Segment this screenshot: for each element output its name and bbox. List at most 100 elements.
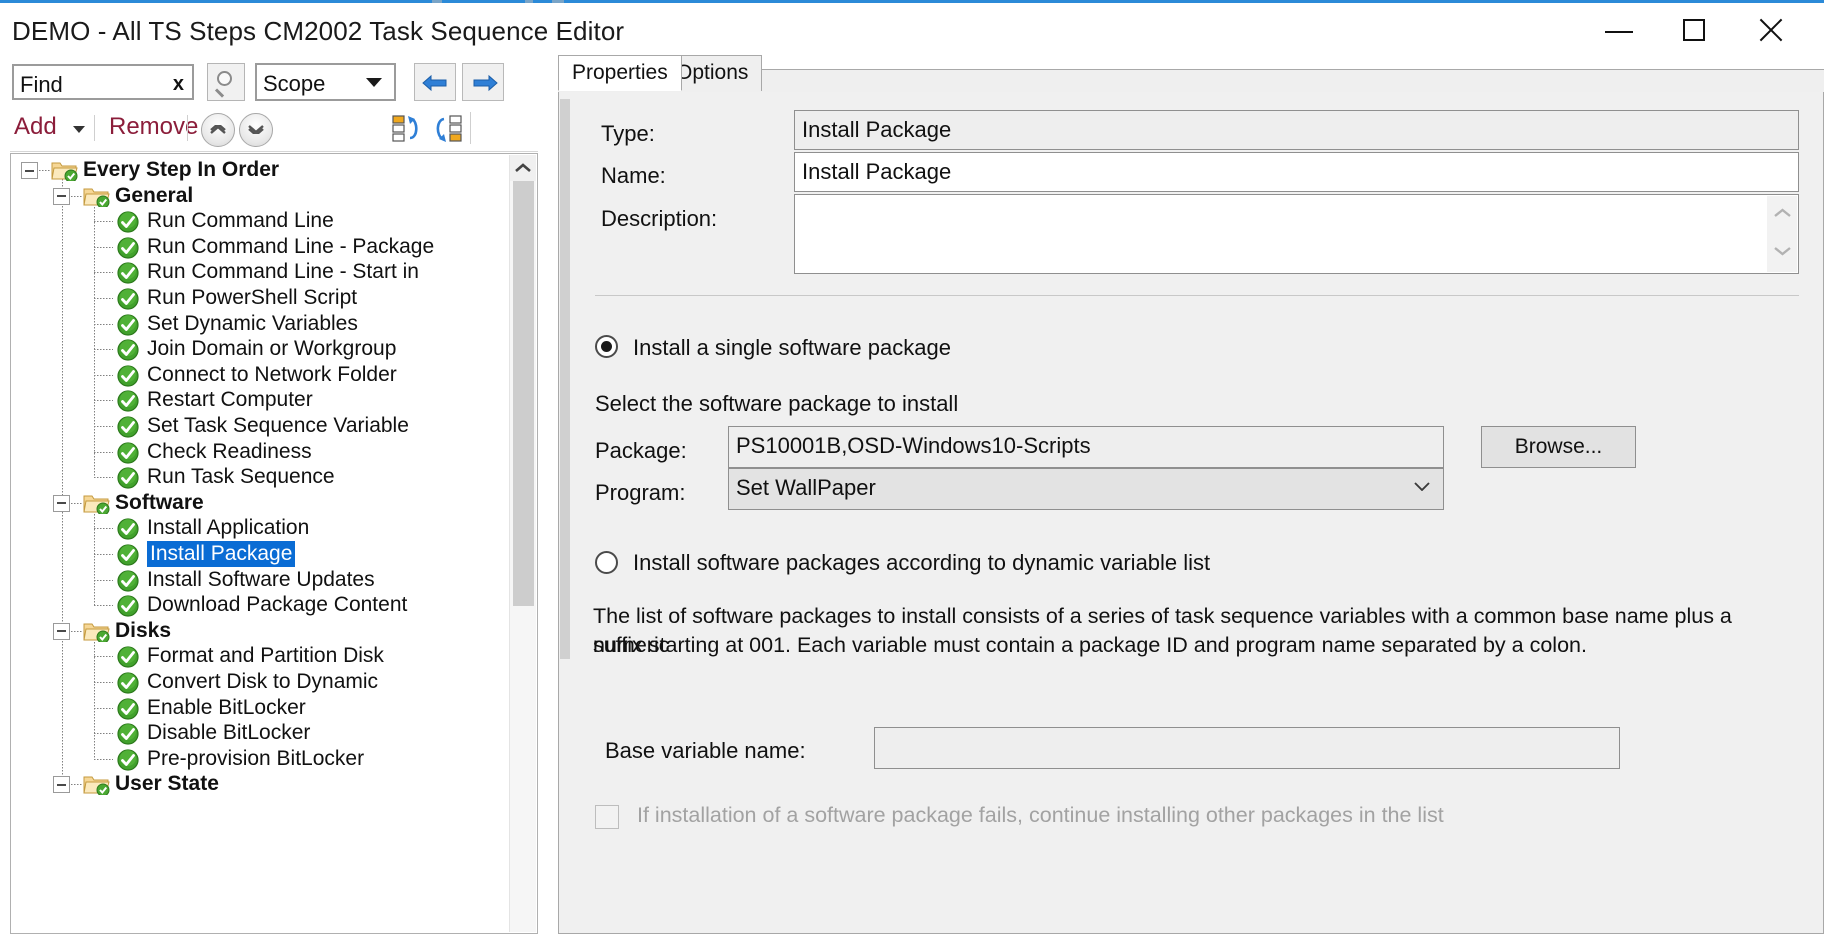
add-button[interactable]: Add [14,113,57,141]
list-collapse-icon[interactable] [391,112,425,146]
tree-connector-line [94,708,113,709]
type-value: Install Package [802,117,951,143]
continue-on-fail-checkbox[interactable] [595,805,619,829]
find-next-button[interactable] [462,63,504,101]
toolbar-divider-2 [187,115,188,141]
list-expand-icon[interactable] [430,112,464,146]
package-label: Package: [595,438,687,464]
find-input[interactable]: Find x [12,64,194,100]
add-dropdown-caret-icon[interactable] [73,126,85,133]
tree-item[interactable]: Run Command Line - Package [11,234,511,260]
tree-item-label: Download Package Content [147,593,407,617]
tree-expander-collapse-icon[interactable] [21,162,38,179]
tree-item[interactable]: Enable BitLocker [11,695,511,721]
tree-item-label: Run Task Sequence [147,465,335,489]
description-scrollbar[interactable] [1767,196,1797,272]
tree-item[interactable]: Run Command Line - Start in [11,259,511,285]
tree-item[interactable]: Disable BitLocker [11,720,511,746]
tab-properties[interactable]: Properties [558,55,682,91]
radio-install-single-package[interactable] [595,335,618,358]
tree-item[interactable]: Install Software Updates [11,567,511,593]
tree-item[interactable]: Run PowerShell Script [11,285,511,311]
tree-item-label: Pre-provision BitLocker [147,747,364,771]
tree-item[interactable]: Check Readiness [11,439,511,465]
tree-item[interactable]: Software [11,490,511,516]
program-label: Program: [595,480,685,506]
tree-expander-collapse-icon[interactable] [53,188,70,205]
tree-item[interactable]: Format and Partition Disk [11,643,511,669]
tree-connector-line [71,631,83,632]
tree-expander-collapse-icon[interactable] [53,495,70,512]
tree-expander-collapse-icon[interactable] [53,776,70,793]
tree-connector-line [94,221,113,222]
tab-options-label: Options [676,61,748,84]
tree-connector-line [71,503,83,504]
green-check-icon [117,262,139,284]
minimize-icon [1588,6,1650,56]
tree-expander-collapse-icon[interactable] [53,623,70,640]
type-label: Type: [601,121,655,147]
find-clear-button[interactable]: x [173,73,184,96]
chevron-down-circle-icon [247,125,265,134]
tree-item[interactable]: Set Dynamic Variables [11,311,511,337]
panel-scrollbar[interactable] [559,91,571,934]
tree-item-label: Run Command Line - Start in [147,260,419,284]
tree-item[interactable]: Pre-provision BitLocker [11,746,511,772]
folder-icon [83,493,110,514]
tree-item[interactable]: Install Package [11,541,511,567]
tree-item[interactable]: Connect to Network Folder [11,362,511,388]
move-up-button[interactable] [201,113,235,147]
base-variable-input[interactable] [874,727,1620,769]
panel-scroll-thumb[interactable] [560,99,570,659]
tree-item[interactable]: Install Application [11,515,511,541]
green-check-icon [117,288,139,310]
tree-scroll-thumb[interactable] [513,181,534,606]
browse-button[interactable]: Browse... [1481,426,1636,468]
tree-item[interactable]: Set Task Sequence Variable [11,413,511,439]
tree-item[interactable]: User State [11,771,511,797]
tree-item[interactable]: Convert Disk to Dynamic [11,669,511,695]
tree-item-label: Disks [115,619,171,643]
move-down-button[interactable] [239,113,273,147]
tree-item-label: Run Command Line [147,209,334,233]
find-previous-button[interactable] [414,63,456,101]
tree-connector-line [94,426,113,427]
tree-item[interactable]: Every Step In Order [11,157,511,183]
tree-connector-line [94,272,113,273]
minimize-button[interactable] [1588,6,1650,56]
tree-item-label: Every Step In Order [83,158,279,182]
chevron-up-icon[interactable] [1774,208,1791,218]
remove-button[interactable]: Remove [109,113,198,141]
tree-connector-line [94,554,113,555]
radio-install-dynamic-list[interactable] [595,551,618,574]
tree-item[interactable]: Disks [11,618,511,644]
chevron-down-icon[interactable] [1774,246,1791,256]
chevron-up-icon [515,163,531,173]
tree-item[interactable]: Restart Computer [11,387,511,413]
maximize-button[interactable] [1664,6,1726,56]
tree-item-label-selected: Install Package [147,541,295,567]
search-button[interactable] [207,63,245,101]
package-field[interactable]: PS10001B,OSD-Windows10-Scripts [728,426,1444,468]
tree-item[interactable]: Download Package Content [11,592,511,618]
close-button[interactable] [1740,6,1802,56]
description-input[interactable] [794,194,1799,274]
green-check-icon [117,211,139,233]
tree-item-label: Convert Disk to Dynamic [147,670,378,694]
chevron-up-circle-icon [209,125,227,134]
name-input[interactable]: Install Package [794,152,1799,192]
tree-item[interactable]: General [11,183,511,209]
tree-item[interactable]: Run Command Line [11,208,511,234]
tree-item[interactable]: Join Domain or Workgroup [11,336,511,362]
program-select[interactable]: Set WallPaper [728,468,1444,510]
tree-item-label: Install Application [147,516,309,540]
green-check-icon [117,595,139,617]
radio-selected-dot [601,341,612,352]
tree-item-label: Join Domain or Workgroup [147,337,396,361]
tree-scroll-up-button[interactable] [510,155,536,181]
scope-select[interactable]: Scope [255,63,396,101]
tree-scrollbar[interactable] [509,155,536,932]
task-sequence-tree[interactable]: Every Step In OrderGeneralRun Command Li… [10,153,538,934]
tree-item[interactable]: Run Task Sequence [11,464,511,490]
arrow-right-icon [472,74,498,92]
